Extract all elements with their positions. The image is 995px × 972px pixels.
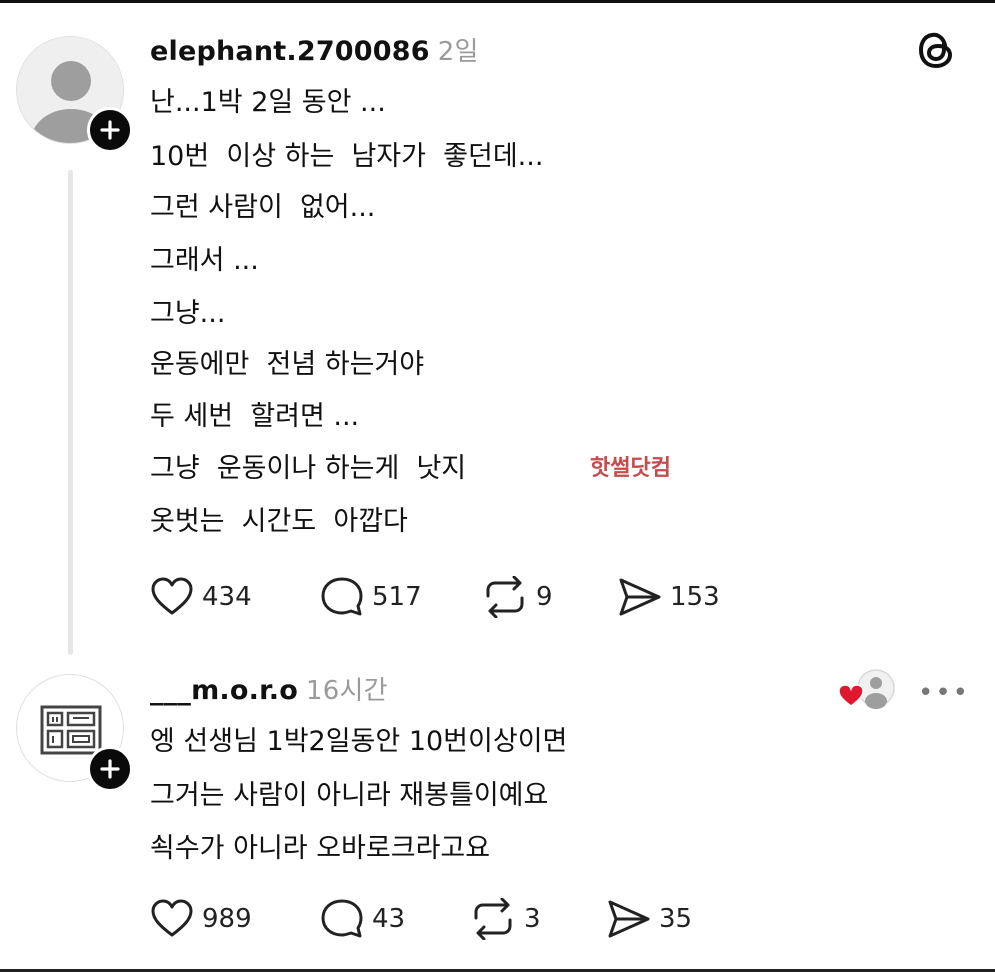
reply-line: 엥 선생님 1박2일동안 10번이상이면	[150, 726, 568, 757]
repost-icon	[486, 576, 524, 618]
repost-button[interactable]: 3	[470, 898, 607, 940]
plus-icon	[100, 759, 120, 779]
post-line: 그냥 운동이나 하는게 낫지	[150, 453, 467, 484]
post-header: elephant.2700086 2일	[150, 31, 479, 68]
like-button[interactable]: 434	[150, 577, 320, 617]
post-body: 난...1박 2일 동안 ... 10번 이상 하는 남자가 좋던데... 그런…	[150, 84, 543, 553]
reply-line: 그거는 사람이 아니라 재봉틀이예요	[150, 780, 549, 811]
comment-icon	[321, 577, 363, 616]
repost-count: 3	[524, 904, 541, 934]
username[interactable]: ___m.o.r.o	[150, 675, 298, 706]
heart-icon	[151, 577, 193, 615]
top-border	[0, 0, 995, 3]
repost-count: 9	[536, 582, 553, 612]
repost-button[interactable]: 9	[482, 576, 618, 618]
follow-button[interactable]	[87, 746, 133, 792]
post-line: 옷벗는 시간도 아깝다	[150, 506, 408, 537]
share-count: 153	[670, 582, 720, 612]
plus-icon	[100, 120, 120, 140]
share-count: 35	[659, 904, 693, 934]
thread-connector	[68, 170, 73, 655]
reply-line: 쇡수가 아니라 오바로크라고요	[150, 833, 491, 864]
liked-by-author-badge	[838, 668, 898, 709]
share-icon	[608, 900, 650, 938]
like-button[interactable]: 989	[150, 899, 320, 939]
reply-actions: 989 43 3 35	[150, 898, 692, 940]
comment-icon	[321, 899, 363, 938]
heart-icon	[151, 899, 193, 937]
post-line: 그런 사람이 없어...	[150, 192, 376, 223]
share-icon	[619, 578, 661, 616]
reply-button[interactable]: 43	[320, 898, 470, 940]
reply-time: 16시간	[305, 676, 388, 706]
post-line: 그래서 ...	[150, 245, 259, 276]
share-button[interactable]: 153	[618, 576, 720, 618]
repost-icon	[474, 898, 512, 940]
follow-button[interactable]	[87, 107, 133, 153]
like-count: 989	[202, 904, 252, 934]
reply-count: 517	[372, 582, 422, 612]
post-line: 10번 이상 하는 남자가 좋던데...	[150, 141, 544, 172]
reply-body: 엥 선생님 1박2일동안 10번이상이면 그거는 사람이 아니라 재봉틀이예요 …	[150, 722, 567, 879]
post-time: 2일	[437, 37, 479, 67]
threads-logo-icon[interactable]	[915, 28, 959, 76]
post-line: 난...1박 2일 동안 ...	[150, 87, 386, 118]
reply-header: ___m.o.r.o 16시간	[150, 670, 388, 707]
share-button[interactable]: 35	[607, 898, 692, 940]
watermark: 핫썰닷컴	[590, 456, 671, 481]
post-line: 운동에만 전념 하는거야	[150, 349, 425, 380]
more-icon[interactable]: •••	[918, 678, 970, 708]
reply-button[interactable]: 517	[320, 576, 482, 618]
post-actions: 434 517 9 153	[150, 576, 720, 618]
post-line: 두 세번 할려면 ...	[150, 401, 360, 432]
like-count: 434	[202, 582, 252, 612]
username[interactable]: elephant.2700086	[150, 36, 430, 67]
reply-count: 43	[372, 904, 406, 934]
post-line: 그냥...	[150, 298, 226, 329]
